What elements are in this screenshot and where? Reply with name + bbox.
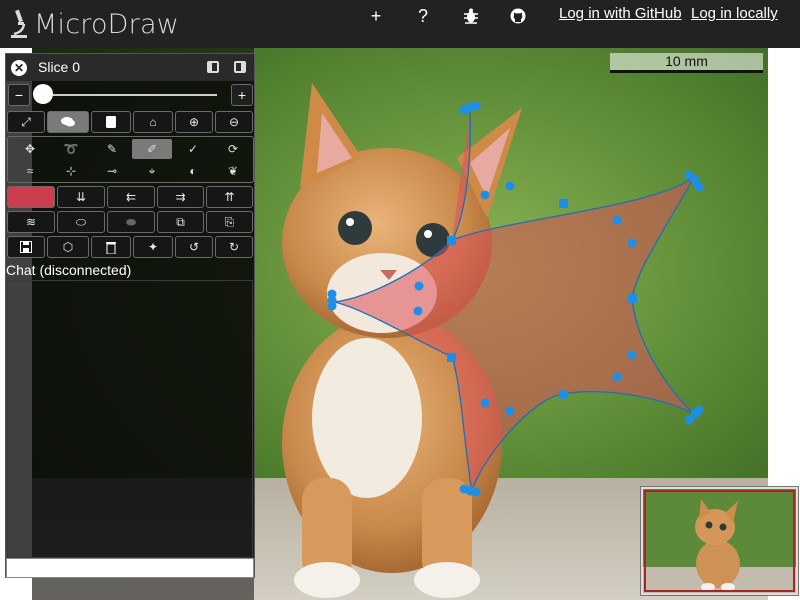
login-local-link[interactable]: Log in locally bbox=[691, 5, 778, 22]
undo-icon[interactable]: ↺ bbox=[175, 236, 213, 258]
select-icon[interactable]: ✐ bbox=[132, 139, 172, 159]
panel-header[interactable]: ✕ Slice 0 bbox=[6, 54, 254, 81]
redo-icon[interactable]: ↻ bbox=[215, 236, 253, 258]
fullscreen-icon[interactable]: ⤢ bbox=[7, 111, 45, 133]
move-icon[interactable]: ✥ bbox=[10, 139, 50, 159]
screenshot-icon[interactable]: ⬡ bbox=[47, 236, 89, 258]
union-icon[interactable]: ⬭ bbox=[57, 211, 105, 233]
chat-input[interactable] bbox=[6, 558, 254, 578]
app-title: MicroDraw bbox=[34, 8, 179, 40]
send-backward-icon[interactable]: ⇇ bbox=[107, 186, 155, 208]
fill-icon[interactable]: ◐ bbox=[173, 161, 213, 181]
add-point-icon[interactable]: ⊹ bbox=[51, 161, 91, 181]
pen-icon[interactable]: ✓ bbox=[173, 139, 213, 159]
lasso-icon[interactable]: ➰ bbox=[51, 139, 91, 159]
zoom-slider-knob[interactable] bbox=[33, 84, 53, 104]
close-icon[interactable]: ✕ bbox=[11, 60, 27, 76]
login-github-link[interactable]: Log in with GitHub bbox=[559, 5, 682, 22]
brand[interactable]: MicroDraw bbox=[8, 6, 179, 42]
save-icon[interactable] bbox=[7, 236, 45, 258]
delete-point-icon[interactable]: ⊸ bbox=[92, 161, 132, 181]
zoom-out-icon[interactable]: ⊖ bbox=[215, 111, 253, 133]
zoom-in-icon[interactable]: ⊕ bbox=[175, 111, 213, 133]
leaf-icon[interactable]: ❦ bbox=[213, 161, 253, 181]
send-to-back-icon[interactable]: ⇈ bbox=[206, 186, 253, 208]
home-icon[interactable]: ⌂ bbox=[133, 111, 173, 133]
copy-icon[interactable]: ⧉ bbox=[157, 211, 204, 233]
trash-icon[interactable] bbox=[91, 236, 131, 258]
chat-icon[interactable] bbox=[47, 111, 89, 133]
navigator-viewport-frame[interactable] bbox=[644, 490, 795, 592]
rotate-icon[interactable]: ⟳ bbox=[213, 139, 253, 159]
navigator[interactable] bbox=[640, 486, 799, 596]
tool-panel: ✕ Slice 0 − + ⤢ ⌂ ⊕ ⊖ ✥ ➰ ✎ ✐ ✓ ⟳ ≈ ⊹ ⊸ … bbox=[5, 53, 255, 578]
zoom-slider-track[interactable] bbox=[42, 94, 217, 96]
dock-right-icon[interactable] bbox=[234, 61, 246, 73]
help-icon[interactable]: ? bbox=[411, 4, 435, 28]
paste-icon[interactable]: ⎘ bbox=[206, 211, 253, 233]
chat-log[interactable] bbox=[7, 280, 253, 558]
bring-forward-icon[interactable]: ⇉ bbox=[157, 186, 204, 208]
smooth-icon[interactable]: ≋ bbox=[7, 211, 55, 233]
scale-bar: 10 mm bbox=[610, 53, 763, 73]
simplify-icon[interactable]: ≈ bbox=[10, 161, 50, 181]
top-bar: MicroDraw + ? Log in with GitHub Log in … bbox=[0, 0, 800, 48]
github-icon[interactable] bbox=[506, 4, 530, 28]
drawing-tools: ✥ ➰ ✎ ✐ ✓ ⟳ ≈ ⊹ ⊸ ⌖ ◐ ❦ bbox=[7, 136, 254, 183]
add-icon[interactable]: + bbox=[364, 4, 388, 28]
bug-icon[interactable] bbox=[459, 4, 483, 28]
zoom-minus-button[interactable]: − bbox=[8, 84, 30, 106]
draw-icon[interactable]: ✎ bbox=[92, 139, 132, 159]
dock-left-icon[interactable] bbox=[207, 61, 219, 73]
split-icon[interactable]: ⌖ bbox=[132, 161, 172, 181]
slice-label: Slice 0 bbox=[38, 59, 81, 75]
color-swatch[interactable] bbox=[7, 186, 55, 208]
intersect-icon[interactable]: ⬬ bbox=[107, 211, 155, 233]
microscope-icon bbox=[11, 9, 27, 38]
zoom-plus-button[interactable]: + bbox=[231, 84, 253, 106]
chat-label: Chat (disconnected) bbox=[6, 262, 132, 278]
magic-wand-icon[interactable]: ✦ bbox=[133, 236, 173, 258]
script-icon[interactable] bbox=[91, 111, 131, 133]
bring-to-front-icon[interactable]: ⇊ bbox=[57, 186, 105, 208]
